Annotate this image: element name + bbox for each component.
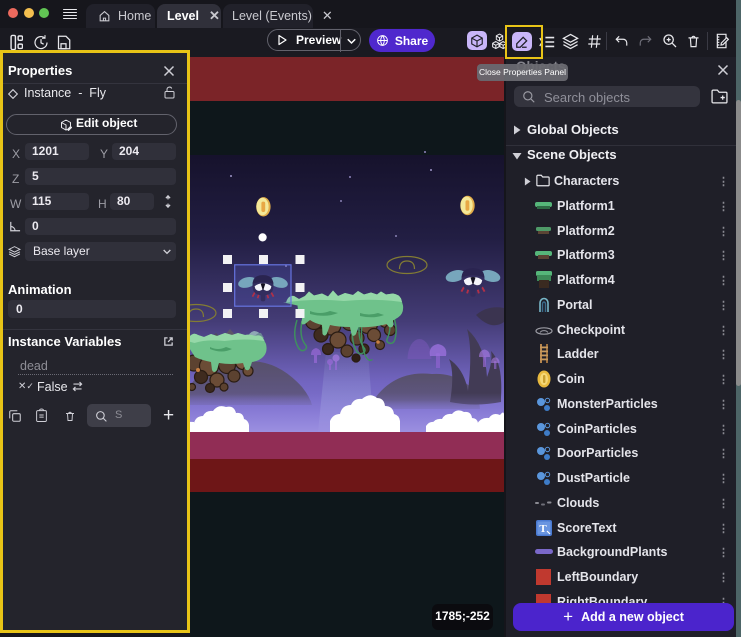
svg-text:T: T [539, 523, 547, 535]
